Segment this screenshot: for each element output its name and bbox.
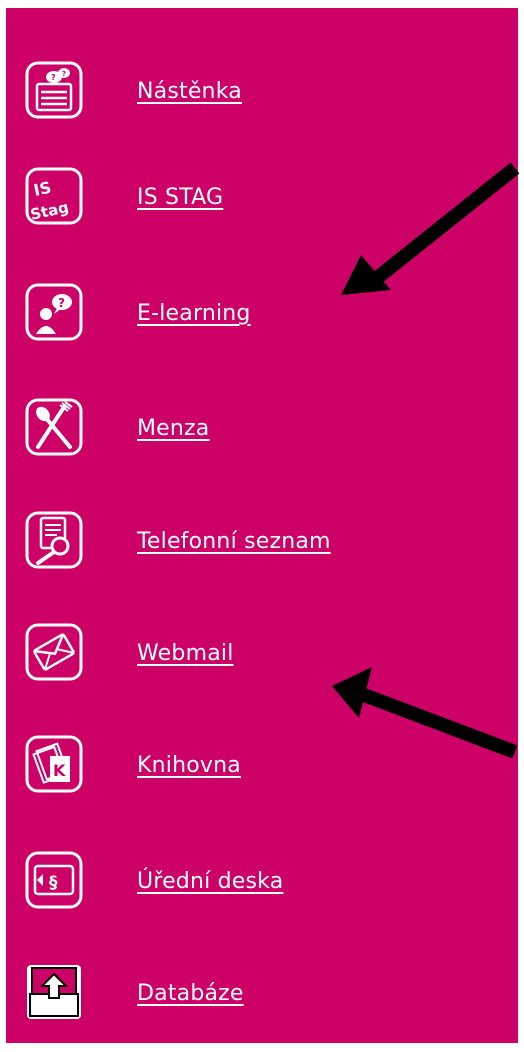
menu-item-telefonni-seznam[interactable]: Telefonní seznam (6, 510, 518, 600)
menu-item-uredni-deska[interactable]: § Úřední deska (6, 850, 518, 940)
is-stag-icon[interactable]: IS Stag (24, 166, 84, 226)
envelope-icon[interactable] (24, 622, 84, 682)
official-board-icon[interactable]: § (24, 850, 84, 910)
menu-item-label[interactable]: Databáze (137, 980, 244, 1008)
menu-item-e-learning[interactable]: ? E-learning (6, 282, 518, 372)
svg-text:?: ? (62, 70, 66, 78)
menu-item-is-stag[interactable]: IS Stag IS STAG (6, 166, 518, 256)
menu-item-label[interactable]: E-learning (137, 300, 251, 328)
menu-item-label[interactable]: Webmail (137, 640, 234, 668)
cutlery-icon[interactable] (24, 397, 84, 457)
menu-item-label[interactable]: IS STAG (137, 184, 223, 212)
svg-text:§: § (49, 873, 58, 893)
svg-text:IS: IS (32, 178, 53, 200)
phonebook-search-icon[interactable] (24, 510, 84, 570)
svg-text:?: ? (51, 73, 56, 82)
menu-item-label[interactable]: Menza (137, 415, 210, 443)
menu-item-label[interactable]: Úřední deska (137, 868, 283, 896)
books-icon[interactable]: K (24, 734, 84, 794)
menu-item-nastenka[interactable]: ? ? Nástěnka (6, 60, 518, 150)
menu-item-label[interactable]: Knihovna (137, 752, 241, 780)
portal-menu-panel: ? ? Nástěnka IS Stag IS STAG ? E-learnin… (6, 8, 518, 1043)
noticeboard-icon[interactable]: ? ? (24, 60, 84, 120)
e-learning-icon[interactable]: ? (24, 282, 84, 342)
database-upload-icon[interactable] (24, 962, 84, 1022)
svg-text:K: K (53, 761, 66, 780)
menu-item-databaze[interactable]: Databáze (6, 962, 518, 1052)
menu-item-label[interactable]: Nástěnka (137, 78, 242, 106)
svg-text:?: ? (58, 296, 65, 310)
menu-item-knihovna[interactable]: K Knihovna (6, 734, 518, 824)
menu-item-menza[interactable]: Menza (6, 397, 518, 487)
menu-item-webmail[interactable]: Webmail (6, 622, 518, 712)
svg-text:Stag: Stag (29, 198, 71, 224)
menu-item-label[interactable]: Telefonní seznam (137, 528, 331, 556)
